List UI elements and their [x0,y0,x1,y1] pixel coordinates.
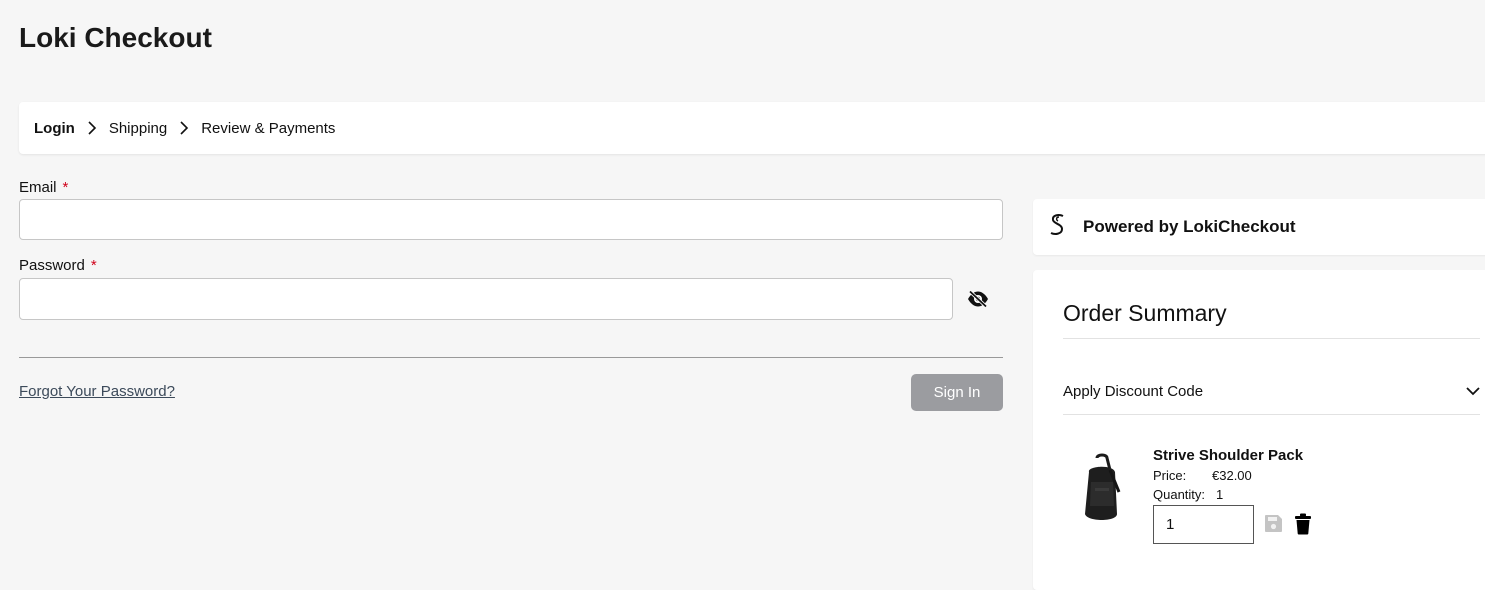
password-label: Password * [19,257,97,274]
price-label: Price: [1153,468,1187,483]
password-label-text: Password [19,257,85,274]
step-shipping[interactable]: Shipping [109,120,167,137]
trash-icon[interactable] [1294,513,1312,540]
email-label-text: Email [19,179,57,196]
summary-divider [1063,338,1480,339]
required-marker: * [90,257,97,274]
form-divider [19,357,1003,358]
chevron-right-icon [75,121,109,135]
apply-discount-label: Apply Discount Code [1063,382,1204,400]
product-price: Price: €32.00 [1153,468,1252,483]
quantity-label: Quantity: [1153,487,1206,502]
step-review-payments[interactable]: Review & Payments [201,120,335,137]
loki-logo-icon [1047,213,1069,242]
checkout-steps: Login Shipping Review & Payments [19,102,1485,154]
powered-by-banner: Powered by LokiCheckout [1033,199,1485,255]
chevron-down-icon [1466,383,1480,400]
forgot-password-link[interactable]: Forgot Your Password? [19,383,175,400]
price-value: €32.00 [1212,468,1252,483]
apply-discount-toggle[interactable]: Apply Discount Code [1063,380,1480,402]
chevron-right-icon [167,121,201,135]
page-title: Loki Checkout [19,22,212,53]
email-label: Email * [19,179,68,196]
quantity-value: 1 [1216,487,1224,502]
product-image [1077,452,1125,526]
required-marker: * [62,179,69,196]
product-quantity: Quantity: 1 [1153,487,1223,502]
save-icon[interactable] [1264,514,1283,538]
email-field[interactable] [19,199,1003,240]
summary-divider [1063,414,1480,415]
password-field[interactable] [19,278,953,320]
powered-by-text: Powered by LokiCheckout [1083,217,1296,236]
quantity-input[interactable] [1153,505,1254,544]
sign-in-button[interactable]: Sign In [911,374,1003,411]
product-name: Strive Shoulder Pack [1153,447,1304,464]
order-summary-panel: Order Summary Apply Discount Code Strive… [1033,270,1485,590]
eye-slash-icon[interactable] [966,288,990,310]
order-summary-title: Order Summary [1063,300,1227,326]
step-login[interactable]: Login [34,120,75,137]
